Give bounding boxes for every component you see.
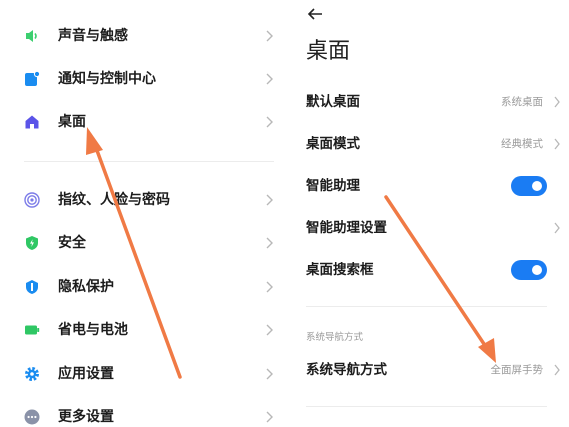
home-icon <box>25 115 39 129</box>
shield-icon <box>26 236 38 250</box>
row-system-navigation[interactable]: 系统导航方式 全面屏手势 <box>292 352 569 388</box>
settings-list-panel: 声音与触感 通知与控制中心 桌面 指纹、人脸与密码 安全 隐私保护 省电与电池 … <box>0 0 292 427</box>
settings-item-label: 应用设置 <box>58 366 114 382</box>
toggle-knob <box>532 181 542 191</box>
settings-item-label: 桌面 <box>58 114 86 130</box>
chevron-right-icon <box>266 281 273 293</box>
desktop-settings-panel: 桌面 默认桌面 系统桌面 桌面模式 经典模式 智能助理 智能助理设置 桌面搜索框… <box>292 0 569 427</box>
row-desktop-search-box: 桌面搜索框 <box>292 252 569 288</box>
chevron-right-icon <box>266 116 273 128</box>
section-divider <box>306 406 547 407</box>
settings-item-desktop[interactable]: 桌面 <box>0 104 292 140</box>
row-smart-assistant: 智能助理 <box>292 168 569 204</box>
chevron-right-icon <box>554 96 560 108</box>
settings-item-app-settings[interactable]: 应用设置 <box>0 356 292 392</box>
row-label: 智能助理设置 <box>306 220 387 236</box>
chevron-right-icon <box>266 324 273 336</box>
chevron-right-icon <box>554 138 560 150</box>
row-label: 桌面搜索框 <box>306 262 374 278</box>
chevron-right-icon <box>554 364 560 376</box>
row-desktop-mode[interactable]: 桌面模式 经典模式 <box>292 126 569 162</box>
settings-item-more[interactable]: 更多设置 <box>0 399 292 427</box>
privacy-icon <box>26 280 38 294</box>
chevron-right-icon <box>266 194 273 206</box>
page-title: 桌面 <box>306 39 351 64</box>
row-label: 智能助理 <box>306 178 360 194</box>
settings-item-label: 隐私保护 <box>58 279 114 295</box>
row-default-desktop[interactable]: 默认桌面 系统桌面 <box>292 84 569 120</box>
settings-item-label: 声音与触感 <box>58 28 128 44</box>
row-smart-assistant-settings[interactable]: 智能助理设置 <box>292 210 569 246</box>
row-value: 全面屏手势 <box>490 364 544 376</box>
row-value: 系统桌面 <box>501 96 543 108</box>
section-divider <box>24 161 274 162</box>
battery-icon <box>25 325 40 335</box>
row-value: 经典模式 <box>501 138 543 150</box>
settings-item-notifications[interactable]: 通知与控制中心 <box>0 61 292 97</box>
chevron-right-icon <box>266 411 273 423</box>
more-icon <box>24 409 40 425</box>
chevron-right-icon <box>554 222 560 234</box>
settings-item-label: 安全 <box>58 235 86 251</box>
row-label: 桌面模式 <box>306 136 360 152</box>
section-divider <box>306 306 547 307</box>
fingerprint-icon <box>24 192 40 208</box>
row-label: 系统导航方式 <box>306 362 387 378</box>
settings-item-battery[interactable]: 省电与电池 <box>0 312 292 348</box>
chevron-right-icon <box>266 73 273 85</box>
section-title: 系统导航方式 <box>306 332 364 343</box>
settings-item-label: 通知与控制中心 <box>58 71 156 87</box>
settings-item-security[interactable]: 安全 <box>0 225 292 261</box>
settings-item-label: 更多设置 <box>58 409 114 425</box>
chevron-right-icon <box>266 30 273 42</box>
settings-item-sound[interactable]: 声音与触感 <box>0 18 292 54</box>
back-arrow-icon[interactable] <box>304 3 326 25</box>
settings-item-label: 指纹、人脸与密码 <box>58 192 170 208</box>
speaker-icon <box>26 30 37 42</box>
toggle-knob <box>532 265 542 275</box>
settings-item-privacy[interactable]: 隐私保护 <box>0 269 292 305</box>
settings-item-label: 省电与电池 <box>58 322 128 338</box>
chevron-right-icon <box>266 237 273 249</box>
smart-assistant-toggle[interactable] <box>511 176 547 196</box>
chevron-right-icon <box>266 368 273 380</box>
row-label: 默认桌面 <box>306 94 360 110</box>
search-box-toggle[interactable] <box>511 260 547 280</box>
settings-item-fingerprint[interactable]: 指纹、人脸与密码 <box>0 182 292 218</box>
gear-icon <box>25 367 39 381</box>
notification-icon <box>25 71 40 86</box>
